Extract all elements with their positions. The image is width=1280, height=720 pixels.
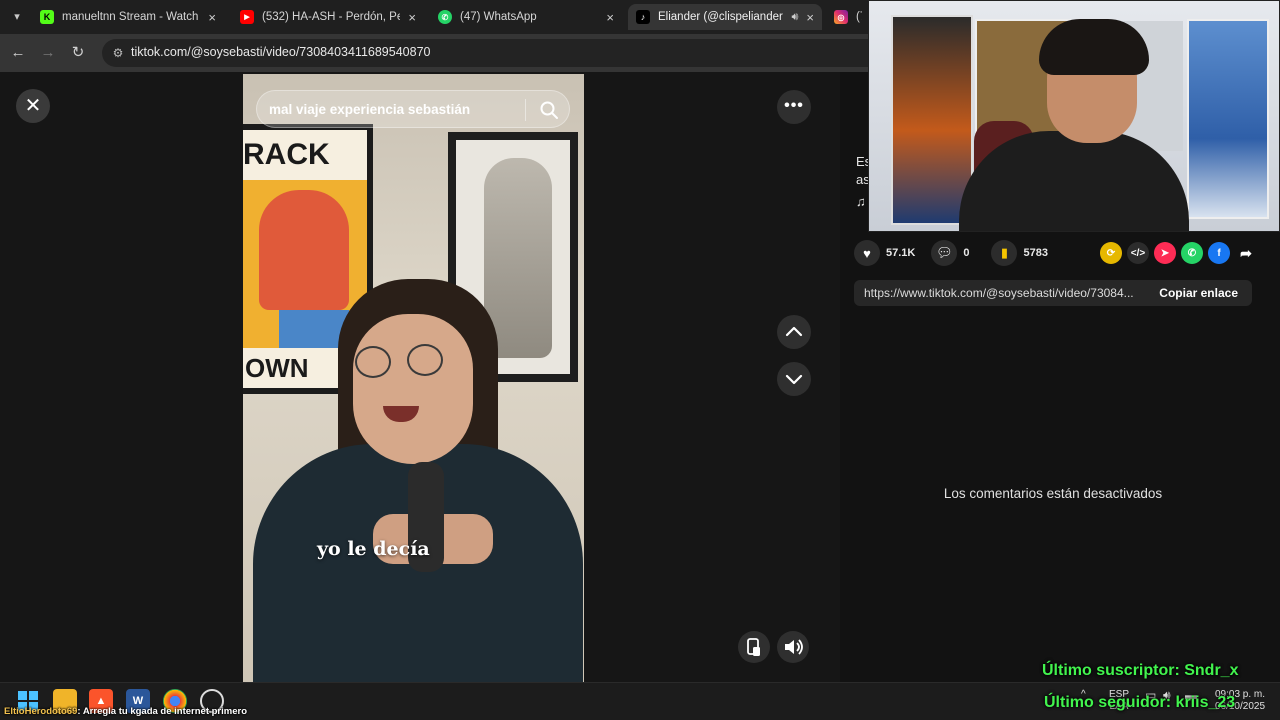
save-count: 5783 (1023, 247, 1048, 259)
tiktok-icon: ♪ (636, 10, 650, 24)
url-text[interactable]: tiktok.com/@soysebasti/video/73084034116… (131, 45, 430, 59)
chevron-down-icon (785, 374, 803, 385)
comments-disabled-message: Los comentarios están desactivados (943, 486, 1163, 501)
embed-code-icon[interactable]: </> (1127, 242, 1149, 264)
copy-link-bar: https://www.tiktok.com/@soysebasti/video… (854, 280, 1252, 306)
last-follower-alert: Último seguidor: kriis_23 (1044, 694, 1236, 711)
streamer-hair (1039, 19, 1149, 75)
speaker-face (353, 314, 473, 464)
last-subscriber-alert: Último suscriptor: Sndr_x (1042, 662, 1239, 679)
tab-title: (47) WhatsApp (460, 11, 537, 23)
tab-close-icon[interactable]: × (208, 10, 216, 25)
stream-chat-message: EltioHerodoto69: Arregla tu kgada de int… (4, 706, 247, 717)
close-video-button[interactable]: ✕ (16, 89, 50, 123)
poster-text-top: RACK (243, 130, 367, 180)
facebook-share-icon[interactable]: f (1208, 242, 1230, 264)
share-buttons: ⟳ </> ➤ ✆ f ➦ (1100, 242, 1257, 264)
copy-link-button[interactable]: Copiar enlace (1159, 286, 1238, 300)
tab-close-icon[interactable]: × (408, 10, 416, 25)
tab-kick[interactable]: K manueltnn Stream - Watch Live × (32, 4, 224, 30)
chat-username: EltioHerodoto69 (4, 706, 78, 717)
comment-icon[interactable]: 💬︎ (931, 240, 958, 266)
chevron-up-icon (785, 326, 803, 337)
like-count: 57.1K (886, 247, 916, 259)
tab-title: manueltnn Stream - Watch Live (62, 11, 200, 23)
webcam-poster-right (1187, 19, 1269, 219)
tab-youtube[interactable]: ▶ (532) HA-ASH - Perdón, Perdón × (232, 4, 424, 30)
send-to-friends-icon[interactable]: ➤ (1154, 242, 1176, 264)
streamer-webcam-overlay (868, 0, 1280, 232)
engagement-stats: ♥ 57.1K 💬︎ 0 ▮ 5783 (854, 240, 1048, 266)
search-icon[interactable] (539, 100, 559, 120)
volume-button[interactable] (777, 631, 809, 663)
whatsapp-icon: ✆ (438, 10, 452, 24)
music-note-icon[interactable]: ♫ (856, 194, 866, 209)
kick-icon: K (40, 10, 54, 24)
more-options-button[interactable]: ••• (777, 90, 811, 124)
video-player[interactable]: RACK OWN mal viaje experiencia sebastián (243, 74, 584, 682)
tab-title: Eliander (@clispeliander) | T (658, 11, 784, 23)
floating-player-button[interactable] (738, 631, 770, 663)
tab-title: (7) (856, 11, 862, 23)
reload-icon[interactable]: ↻ (68, 43, 88, 63)
tab-whatsapp[interactable]: ✆ (47) WhatsApp × (430, 4, 622, 30)
site-settings-icon[interactable]: ⚙ (110, 45, 126, 61)
screen: ▾ K manueltnn Stream - Watch Live × ▶ (5… (0, 0, 1280, 720)
like-heart-icon[interactable]: ♥ (854, 240, 880, 266)
volume-icon (785, 639, 803, 655)
miniplayer-icon (747, 638, 760, 656)
share-link-text[interactable]: https://www.tiktok.com/@soysebasti/video… (864, 286, 1148, 300)
youtube-icon: ▶ (240, 10, 254, 24)
next-video-button[interactable] (777, 362, 811, 396)
share-arrow-icon[interactable]: ➦ (1235, 242, 1257, 264)
address-bar[interactable]: ⚙ tiktok.com/@soysebasti/video/730840341… (102, 39, 870, 67)
video-caption: yo le decía (317, 538, 430, 560)
back-arrow-icon[interactable]: ← (8, 43, 28, 63)
video-search-bar[interactable]: mal viaje experiencia sebastián (256, 90, 570, 128)
webcam-poster-left (891, 15, 973, 225)
glasses-left (355, 346, 391, 378)
glasses-right (407, 344, 443, 376)
browser-toolbar: ← → ↻ ⚙ tiktok.com/@soysebasti/video/730… (0, 34, 870, 72)
tab-title: (532) HA-ASH - Perdón, Perdón (262, 11, 401, 23)
search-query-text: mal viaje experiencia sebastián (269, 102, 471, 117)
tab-instagram[interactable]: ◎ (7) (826, 4, 870, 30)
tab-search-chevron-icon[interactable]: ▾ (6, 7, 28, 27)
comment-count: 0 (963, 247, 970, 259)
tab-tiktok[interactable]: ♪ Eliander (@clispeliander) | T 🔊︎ × (628, 4, 822, 30)
forward-arrow-icon[interactable]: → (38, 43, 58, 63)
chat-text: : Arregla tu kgada de internet primero (77, 706, 248, 717)
tab-close-icon[interactable]: × (606, 10, 614, 25)
whatsapp-share-icon[interactable]: ✆ (1181, 242, 1203, 264)
bookmark-icon[interactable]: ▮ (991, 240, 1018, 266)
tab-close-icon[interactable]: × (806, 10, 814, 25)
instagram-icon: ◎ (834, 10, 848, 24)
previous-video-button[interactable] (777, 315, 811, 349)
repost-icon[interactable]: ⟳ (1100, 242, 1122, 264)
speaker-icon[interactable]: 🔊︎ (791, 11, 798, 24)
